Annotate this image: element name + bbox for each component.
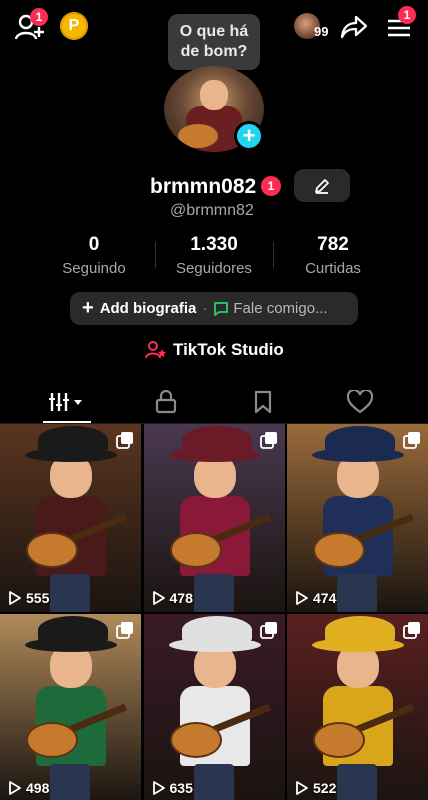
bookmark-icon: [254, 390, 271, 414]
coin-icon[interactable]: P: [60, 12, 88, 40]
hat: [181, 616, 252, 644]
stat-likes[interactable]: 782 Curtidas: [278, 234, 388, 277]
profile-stats: 0 Seguindo 1.330 Seguidores 782 Curtidas: [0, 234, 428, 280]
pencil-icon: [315, 178, 329, 194]
tiktok-studio-link[interactable]: TikTok Studio: [145, 340, 284, 360]
view-count: 635: [152, 780, 193, 796]
message-me-button[interactable]: Fale comigo...: [233, 300, 327, 317]
video-thumbnail[interactable]: 474: [287, 424, 428, 612]
plus-icon: +: [82, 297, 94, 319]
menu-badge: 1: [398, 6, 416, 24]
hat: [181, 426, 252, 454]
stat-divider: [155, 242, 156, 268]
active-tab-indicator: [43, 421, 91, 423]
message-icon: [214, 301, 229, 316]
multi-image-icon: [116, 622, 133, 639]
multi-image-icon: [259, 622, 277, 639]
stat-followers[interactable]: 1.330 Seguidores: [159, 234, 269, 277]
edit-profile-button[interactable]: [294, 169, 350, 202]
view-count-value: 478: [169, 590, 193, 606]
view-count: 522: [295, 780, 336, 796]
hat: [325, 426, 395, 454]
guitar: [169, 532, 222, 568]
guitar: [313, 532, 365, 568]
bio-pill: + Add biografia · Fale comigo...: [70, 292, 358, 325]
play-icon: [9, 591, 21, 605]
play-icon: [152, 591, 165, 605]
video-grid: 555 478 474 498 635 522: [0, 424, 428, 800]
play-icon: [152, 781, 165, 795]
view-count-value: 474: [313, 590, 337, 606]
profile-tabs: [0, 380, 428, 424]
legs: [193, 574, 234, 612]
stat-divider: [273, 242, 274, 268]
likes-count: 782: [317, 234, 349, 255]
username-badge: 1: [261, 176, 281, 196]
viewers-count: 99: [314, 24, 329, 39]
hat: [38, 426, 108, 454]
legs: [50, 574, 90, 612]
play-icon: [9, 781, 21, 795]
add-bio-button[interactable]: Add biografia: [100, 300, 197, 317]
likes-label: Curtidas: [305, 260, 361, 277]
status-bubble[interactable]: O que há de bom?: [168, 14, 260, 70]
add-friends-button[interactable]: 1: [14, 8, 48, 42]
view-count-value: 522: [313, 780, 337, 796]
bio-separator: ·: [202, 300, 208, 317]
bubble-line-2: de bom?: [180, 43, 248, 60]
following-label: Seguindo: [62, 260, 126, 277]
video-thumbnail[interactable]: 522: [287, 614, 428, 800]
video-thumbnail[interactable]: 635: [143, 614, 285, 800]
share-button[interactable]: [338, 12, 370, 42]
view-count: 498: [8, 780, 49, 796]
view-count: 474: [295, 590, 336, 606]
play-icon: [296, 591, 308, 605]
multi-image-icon: [403, 432, 420, 449]
tab-saved[interactable]: [209, 380, 316, 424]
multi-image-icon: [116, 432, 133, 449]
legs: [337, 574, 377, 612]
hat: [325, 616, 395, 644]
view-count: 478: [152, 590, 193, 606]
view-count: 555: [8, 590, 49, 606]
lock-icon: [155, 390, 176, 414]
view-count-value: 498: [26, 780, 50, 796]
share-icon: [340, 15, 368, 39]
following-count: 0: [88, 234, 100, 255]
studio-label: TikTok Studio: [173, 340, 284, 359]
guitar: [313, 722, 365, 758]
viewers-button[interactable]: 99: [294, 12, 336, 42]
legs: [50, 764, 90, 800]
video-thumbnail[interactable]: 498: [0, 614, 141, 800]
play-icon: [296, 781, 308, 795]
video-thumbnail[interactable]: 478: [143, 424, 285, 612]
guitar: [26, 722, 78, 758]
view-count-value: 635: [169, 780, 193, 796]
tab-private[interactable]: [112, 380, 219, 424]
add-avatar-button[interactable]: +: [234, 121, 264, 151]
followers-label: Seguidores: [176, 260, 252, 277]
plus-icon: +: [242, 123, 256, 148]
view-count-value: 555: [26, 590, 50, 606]
add-friends-badge: 1: [30, 8, 48, 26]
guitar: [169, 722, 222, 758]
video-thumbnail[interactable]: 555: [0, 424, 141, 612]
followers-count: 1.330: [190, 234, 238, 255]
multi-image-icon: [259, 432, 277, 449]
videos-grid-icon: [48, 393, 82, 411]
studio-icon: [145, 341, 166, 359]
user-handle: @brmmn82: [170, 202, 254, 219]
stat-following[interactable]: 0 Seguindo: [39, 234, 149, 277]
legs: [193, 764, 234, 800]
multi-image-icon: [403, 622, 420, 639]
tab-videos[interactable]: [13, 380, 120, 424]
hat: [38, 616, 108, 644]
tab-liked[interactable]: [306, 380, 413, 424]
username: brmmn082: [150, 175, 257, 198]
bubble-line-1: O que há: [179, 23, 249, 40]
guitar: [26, 532, 78, 568]
heart-icon: [346, 390, 373, 414]
menu-button[interactable]: 1: [384, 6, 416, 42]
legs: [337, 764, 377, 800]
